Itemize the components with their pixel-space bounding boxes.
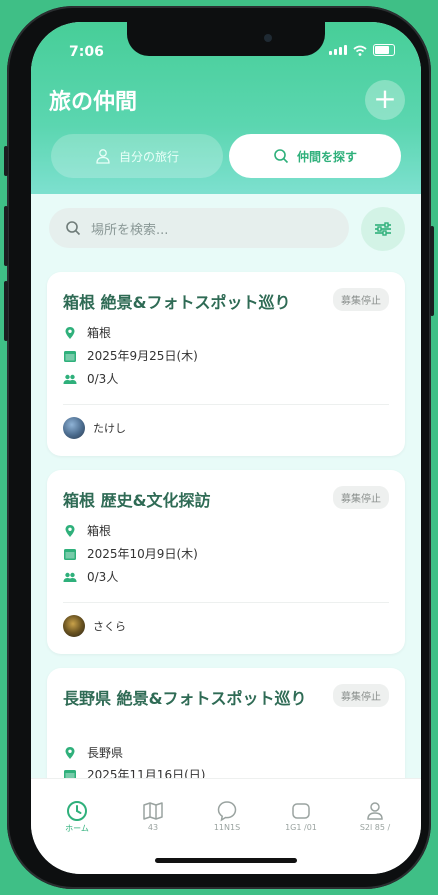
person-icon (96, 149, 110, 164)
trip-place-row: 箱根 (63, 522, 111, 539)
tab-my-trips[interactable]: 自分の旅行 (51, 134, 223, 178)
volume-up-button (4, 206, 8, 266)
card-icon (292, 803, 310, 819)
trip-date-row: 2025年9月25日(木) (63, 347, 198, 364)
trip-author[interactable]: たけし (63, 417, 126, 439)
trip-members: 0/3人 (87, 372, 119, 386)
chat-icon (217, 801, 237, 822)
tab-map[interactable]: 43 (123, 799, 183, 832)
volume-down-button (4, 281, 8, 341)
notch (127, 22, 325, 56)
filter-button[interactable] (361, 207, 405, 251)
calendar-icon (64, 350, 76, 362)
search-icon (66, 221, 81, 236)
trip-title: 長野県 絶景&フォトスポット巡り (63, 689, 307, 708)
trip-card[interactable]: 箱根 歴史&文化探訪 募集停止 箱根 2025年10月9日(木) 0/3人 さく… (47, 470, 405, 654)
trip-place: 箱根 (87, 524, 112, 538)
status-badge: 募集停止 (333, 288, 389, 311)
clock-icon (67, 801, 87, 821)
tab-chat[interactable]: 11N1S (197, 799, 257, 832)
avatar (63, 615, 85, 637)
power-button (430, 226, 434, 316)
calendar-icon (64, 548, 76, 560)
phone-frame: 7:06 旅の仲間 + 自分の旅行 仲間を探す 場所を検索... 箱根 絶景&フ… (4, 6, 434, 889)
tab-find-companions[interactable]: 仲間を探す (229, 134, 401, 178)
trip-title: 箱根 歴史&文化探訪 (63, 491, 211, 510)
tab-home-label: ホーム (65, 824, 89, 833)
sliders-icon (375, 222, 391, 236)
home-indicator (155, 858, 297, 863)
group-icon (63, 374, 77, 384)
trip-card[interactable]: 箱根 絶景&フォトスポット巡り 募集停止 箱根 2025年9月25日(木) 0/… (47, 272, 405, 456)
tab-card[interactable]: 1G1 /01 (271, 799, 331, 832)
divider (63, 404, 389, 405)
trip-members-row: 0/3人 (63, 568, 118, 585)
search-input[interactable]: 場所を検索... (49, 208, 349, 248)
avatar (63, 417, 85, 439)
status-time: 7:06 (69, 44, 104, 60)
battery-icon (373, 44, 395, 56)
search-placeholder: 場所を検索... (91, 222, 169, 238)
tab-map-label: 43 (147, 823, 159, 832)
tab-profile-label: S2l 85 / (359, 823, 391, 832)
trip-members-row: 0/3人 (63, 370, 118, 387)
trip-place: 長野県 (87, 746, 124, 760)
status-icons (329, 44, 395, 56)
trip-place-row: 長野県 (63, 744, 123, 761)
group-icon (63, 572, 77, 582)
author-name: さくら (93, 620, 126, 633)
divider (63, 602, 389, 603)
location-pin-icon (65, 524, 75, 537)
screen: 7:06 旅の仲間 + 自分の旅行 仲間を探す 場所を検索... 箱根 絶景&フ… (31, 22, 421, 874)
map-icon (143, 802, 163, 820)
mute-switch (4, 146, 8, 176)
trip-members: 0/3人 (87, 570, 119, 584)
tab-find-companions-label: 仲間を探す (296, 149, 357, 164)
search-icon (274, 149, 289, 164)
tab-my-trips-label: 自分の旅行 (118, 149, 179, 164)
person-icon (367, 802, 383, 820)
location-pin-icon (65, 326, 75, 339)
tab-profile[interactable]: S2l 85 / (345, 799, 405, 832)
tab-card-label: 1G1 /01 (285, 823, 317, 832)
tab-chat-label: 11N1S (213, 823, 241, 832)
trip-place-row: 箱根 (63, 324, 111, 341)
wifi-icon (353, 45, 367, 56)
status-badge: 募集停止 (333, 486, 389, 509)
camera (264, 34, 272, 42)
trip-place: 箱根 (87, 326, 112, 340)
status-badge: 募集停止 (333, 684, 389, 707)
trip-title: 箱根 絶景&フォトスポット巡り (63, 293, 291, 312)
trip-author[interactable]: さくら (63, 615, 126, 637)
trip-date: 2025年10月9日(木) (87, 547, 198, 561)
trip-date: 2025年9月25日(木) (87, 349, 198, 363)
tab-home[interactable]: ホーム (47, 799, 107, 834)
add-trip-button[interactable]: + (365, 80, 405, 120)
page-title: 旅の仲間 (49, 90, 138, 115)
trip-date-row: 2025年10月9日(木) (63, 545, 198, 562)
location-pin-icon (65, 746, 75, 759)
author-name: たけし (93, 422, 126, 435)
signal-icon (329, 45, 347, 55)
